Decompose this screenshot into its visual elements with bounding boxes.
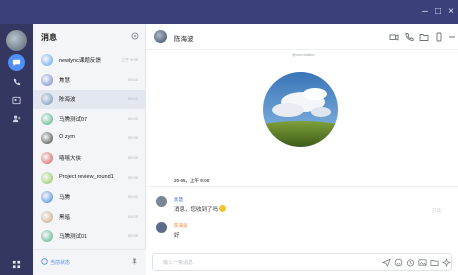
shared-image[interactable] — [263, 72, 338, 147]
conversation-sidebar: 消息 newlync课题反馈 上午 9:05 焦慧 09:00 陈海波 09:00 马腾测试… — [33, 24, 146, 275]
chat-panel: 陈海波 @chenhaibo 20-05，上午 9:00 焦慧 消息，您收到了吗… — [146, 24, 458, 275]
conversation-avatar — [41, 210, 53, 223]
conversation-time: 09:00 — [127, 96, 138, 102]
message-text: 消息，您收到了吗 — [174, 205, 227, 213]
conversation-time: 09:00 — [127, 213, 138, 219]
conversation-item[interactable]: newlync课题反馈 上午 9:05 — [33, 51, 146, 70]
chat-header: 陈海波 — [146, 24, 458, 50]
conversation-name: newlync课题反馈 — [59, 58, 101, 64]
divider — [146, 186, 458, 187]
chat-avatar[interactable] — [154, 30, 167, 43]
contact-handle: @chenhaibo — [292, 52, 315, 57]
message-timestamp: 20-05，上午 9:00 — [174, 178, 210, 183]
conversation-avatar — [41, 132, 53, 145]
timer-icon[interactable] — [406, 258, 415, 267]
conversation-name: Project review_round1 — [59, 173, 114, 180]
status-label[interactable]: 当前状态 — [50, 259, 70, 266]
conversation-time: 09:00 — [127, 233, 138, 239]
gear-icon[interactable] — [130, 31, 140, 41]
image-icon[interactable] — [418, 258, 427, 267]
sparkle-icon[interactable] — [442, 258, 451, 267]
phone-icon — [13, 78, 21, 86]
sidebar-footer: 当前状态 — [33, 249, 146, 275]
conversation-item[interactable]: 黑暗 09:00 — [33, 208, 146, 227]
video-call-icon[interactable] — [389, 32, 399, 42]
grid-apps-icon — [12, 260, 21, 269]
conversation-name: 马腾测试07 — [59, 116, 88, 123]
nav-calls[interactable] — [8, 74, 25, 91]
conversation-item[interactable]: ⭘ zym 09:00 — [33, 129, 146, 148]
add-user-icon — [12, 115, 21, 123]
maximize-icon[interactable]: □ — [431, 5, 445, 19]
conversation-time: 上午 9:05 — [121, 57, 138, 62]
conversation-avatar — [41, 73, 53, 86]
title-bar: – □ × — [0, 0, 458, 24]
emoji-icon[interactable] — [394, 258, 403, 267]
conversation-name: 马腾 — [59, 195, 71, 202]
conversation-item[interactable]: Project review_round1 09:00 — [33, 169, 146, 188]
conversation-avatar — [41, 152, 53, 164]
sidebar-title: 消息 — [41, 33, 57, 42]
chat-bubble-icon — [12, 59, 21, 67]
conversation-avatar — [41, 191, 53, 204]
message-sender: 焦慧 — [174, 197, 183, 202]
conversation-name: 陈海波 — [59, 97, 76, 104]
minimize-icon[interactable]: – — [418, 5, 432, 19]
nav-add-contact[interactable] — [8, 110, 25, 127]
status-icon[interactable] — [41, 258, 48, 265]
conversation-item[interactable]: 马腾测试07 09:00 — [33, 110, 146, 129]
menu-icon[interactable] — [447, 32, 457, 42]
conversation-avatar — [41, 93, 53, 106]
conversation-avatar — [41, 112, 53, 125]
conversation-name: 马腾测试01 — [59, 234, 88, 241]
conversation-time: 09:00 — [127, 76, 138, 82]
sidebar-header: 消息 — [33, 24, 146, 50]
conversation-name: 嘻嘻大侠 — [59, 156, 82, 162]
conversation-item[interactable]: 焦慧 09:00 — [33, 71, 146, 90]
phone-call-icon[interactable] — [404, 32, 414, 42]
conversation-avatar — [41, 230, 53, 243]
emoji-icon — [219, 205, 227, 212]
conversation-item[interactable]: 陈海波 09:00 — [33, 90, 146, 110]
message-avatar[interactable] — [156, 222, 167, 233]
conversation-item[interactable]: 马腾 09:00 — [33, 188, 146, 207]
conversation-item[interactable]: 马腾测试01 09:00 — [33, 227, 146, 246]
conversation-name: 黑暗 — [59, 214, 71, 221]
message-avatar[interactable] — [156, 196, 167, 207]
conversation-time: 09:00 — [127, 115, 138, 121]
folder-open-icon[interactable] — [430, 258, 439, 267]
nav-contacts[interactable] — [8, 92, 25, 109]
conversation-name: 焦慧 — [59, 77, 71, 84]
message-composer — [152, 253, 452, 271]
nav-rail — [0, 24, 33, 275]
message-input[interactable] — [163, 257, 363, 268]
conversation-avatar — [41, 54, 53, 66]
mobile-icon[interactable] — [434, 32, 444, 42]
conversation-time: 09:00 — [127, 155, 138, 160]
read-status: 已读 — [432, 208, 441, 213]
close-icon[interactable]: × — [444, 5, 458, 19]
chat-title: 陈海波 — [174, 36, 194, 43]
conversation-name: ⭘ zym — [59, 134, 76, 141]
message-sender: 陈海波 — [174, 223, 188, 228]
folder-icon[interactable] — [419, 32, 429, 42]
conversation-item[interactable]: 嘻嘻大侠 09:00 — [33, 149, 146, 168]
pin-icon[interactable] — [131, 258, 138, 265]
conversation-time: 09:00 — [127, 135, 138, 141]
apps-button[interactable] — [8, 256, 25, 273]
message-text: 好 — [174, 233, 180, 239]
nav-messages[interactable] — [8, 54, 25, 71]
user-avatar[interactable] — [6, 30, 27, 51]
contacts-card-icon — [12, 96, 21, 105]
conversation-time: 09:00 — [127, 174, 138, 180]
conversation-avatar — [41, 171, 53, 184]
conversation-time: 09:00 — [127, 194, 138, 200]
send-icon[interactable] — [382, 258, 391, 267]
